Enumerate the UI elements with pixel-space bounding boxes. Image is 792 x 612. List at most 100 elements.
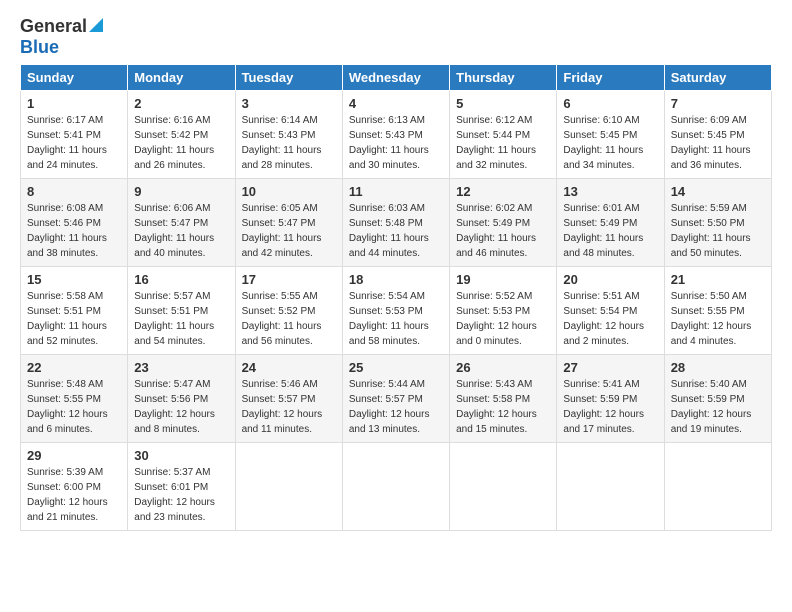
calendar-cell: 30 Sunrise: 5:37 AMSunset: 6:01 PMDaylig… bbox=[128, 443, 235, 531]
calendar-cell: 18 Sunrise: 5:54 AMSunset: 5:53 PMDaylig… bbox=[342, 267, 449, 355]
day-number: 30 bbox=[134, 448, 228, 463]
day-number: 1 bbox=[27, 96, 121, 111]
calendar-cell: 16 Sunrise: 5:57 AMSunset: 5:51 PMDaylig… bbox=[128, 267, 235, 355]
calendar-cell: 28 Sunrise: 5:40 AMSunset: 5:59 PMDaylig… bbox=[664, 355, 771, 443]
day-info: Sunrise: 5:37 AMSunset: 6:01 PMDaylight:… bbox=[134, 467, 215, 523]
calendar-cell: 29 Sunrise: 5:39 AMSunset: 6:00 PMDaylig… bbox=[21, 443, 128, 531]
day-number: 6 bbox=[563, 96, 657, 111]
day-number: 26 bbox=[456, 360, 550, 375]
day-number: 15 bbox=[27, 272, 121, 287]
calendar-cell: 15 Sunrise: 5:58 AMSunset: 5:51 PMDaylig… bbox=[21, 267, 128, 355]
calendar-cell bbox=[664, 443, 771, 531]
day-number: 22 bbox=[27, 360, 121, 375]
calendar-week-2: 8 Sunrise: 6:08 AMSunset: 5:46 PMDayligh… bbox=[21, 179, 772, 267]
day-number: 14 bbox=[671, 184, 765, 199]
calendar-cell: 17 Sunrise: 5:55 AMSunset: 5:52 PMDaylig… bbox=[235, 267, 342, 355]
day-number: 29 bbox=[27, 448, 121, 463]
day-number: 12 bbox=[456, 184, 550, 199]
day-info: Sunrise: 5:55 AMSunset: 5:52 PMDaylight:… bbox=[242, 291, 322, 347]
day-number: 11 bbox=[349, 184, 443, 199]
calendar-cell: 7 Sunrise: 6:09 AMSunset: 5:45 PMDayligh… bbox=[664, 91, 771, 179]
calendar-cell: 2 Sunrise: 6:16 AMSunset: 5:42 PMDayligh… bbox=[128, 91, 235, 179]
calendar-cell: 26 Sunrise: 5:43 AMSunset: 5:58 PMDaylig… bbox=[450, 355, 557, 443]
day-info: Sunrise: 6:16 AMSunset: 5:42 PMDaylight:… bbox=[134, 115, 214, 171]
day-info: Sunrise: 6:10 AMSunset: 5:45 PMDaylight:… bbox=[563, 115, 643, 171]
logo-general-text: General bbox=[20, 16, 87, 37]
logo-blue-text: Blue bbox=[20, 37, 59, 57]
day-number: 10 bbox=[242, 184, 336, 199]
calendar-cell bbox=[450, 443, 557, 531]
day-number: 9 bbox=[134, 184, 228, 199]
calendar-week-5: 29 Sunrise: 5:39 AMSunset: 6:00 PMDaylig… bbox=[21, 443, 772, 531]
day-info: Sunrise: 5:59 AMSunset: 5:50 PMDaylight:… bbox=[671, 203, 751, 259]
calendar-cell: 23 Sunrise: 5:47 AMSunset: 5:56 PMDaylig… bbox=[128, 355, 235, 443]
day-info: Sunrise: 6:09 AMSunset: 5:45 PMDaylight:… bbox=[671, 115, 751, 171]
day-number: 28 bbox=[671, 360, 765, 375]
calendar-cell: 3 Sunrise: 6:14 AMSunset: 5:43 PMDayligh… bbox=[235, 91, 342, 179]
day-header-tuesday: Tuesday bbox=[235, 65, 342, 91]
calendar-cell: 12 Sunrise: 6:02 AMSunset: 5:49 PMDaylig… bbox=[450, 179, 557, 267]
day-info: Sunrise: 6:03 AMSunset: 5:48 PMDaylight:… bbox=[349, 203, 429, 259]
day-number: 20 bbox=[563, 272, 657, 287]
day-info: Sunrise: 5:39 AMSunset: 6:00 PMDaylight:… bbox=[27, 467, 108, 523]
calendar-cell: 25 Sunrise: 5:44 AMSunset: 5:57 PMDaylig… bbox=[342, 355, 449, 443]
calendar-cell: 27 Sunrise: 5:41 AMSunset: 5:59 PMDaylig… bbox=[557, 355, 664, 443]
day-header-monday: Monday bbox=[128, 65, 235, 91]
calendar-cell: 24 Sunrise: 5:46 AMSunset: 5:57 PMDaylig… bbox=[235, 355, 342, 443]
calendar-cell: 11 Sunrise: 6:03 AMSunset: 5:48 PMDaylig… bbox=[342, 179, 449, 267]
day-info: Sunrise: 5:51 AMSunset: 5:54 PMDaylight:… bbox=[563, 291, 644, 347]
calendar-cell: 20 Sunrise: 5:51 AMSunset: 5:54 PMDaylig… bbox=[557, 267, 664, 355]
day-number: 18 bbox=[349, 272, 443, 287]
day-header-sunday: Sunday bbox=[21, 65, 128, 91]
day-info: Sunrise: 5:40 AMSunset: 5:59 PMDaylight:… bbox=[671, 379, 752, 435]
calendar-cell bbox=[557, 443, 664, 531]
day-info: Sunrise: 6:06 AMSunset: 5:47 PMDaylight:… bbox=[134, 203, 214, 259]
day-info: Sunrise: 6:14 AMSunset: 5:43 PMDaylight:… bbox=[242, 115, 322, 171]
day-header-thursday: Thursday bbox=[450, 65, 557, 91]
day-number: 16 bbox=[134, 272, 228, 287]
calendar-week-4: 22 Sunrise: 5:48 AMSunset: 5:55 PMDaylig… bbox=[21, 355, 772, 443]
day-info: Sunrise: 6:17 AMSunset: 5:41 PMDaylight:… bbox=[27, 115, 107, 171]
calendar-cell: 4 Sunrise: 6:13 AMSunset: 5:43 PMDayligh… bbox=[342, 91, 449, 179]
day-info: Sunrise: 5:54 AMSunset: 5:53 PMDaylight:… bbox=[349, 291, 429, 347]
day-number: 2 bbox=[134, 96, 228, 111]
page-header: General Blue bbox=[20, 16, 772, 58]
day-info: Sunrise: 5:57 AMSunset: 5:51 PMDaylight:… bbox=[134, 291, 214, 347]
calendar-cell: 6 Sunrise: 6:10 AMSunset: 5:45 PMDayligh… bbox=[557, 91, 664, 179]
calendar-cell: 21 Sunrise: 5:50 AMSunset: 5:55 PMDaylig… bbox=[664, 267, 771, 355]
day-info: Sunrise: 5:50 AMSunset: 5:55 PMDaylight:… bbox=[671, 291, 752, 347]
calendar-cell: 1 Sunrise: 6:17 AMSunset: 5:41 PMDayligh… bbox=[21, 91, 128, 179]
day-number: 23 bbox=[134, 360, 228, 375]
day-number: 24 bbox=[242, 360, 336, 375]
day-number: 25 bbox=[349, 360, 443, 375]
calendar-cell: 9 Sunrise: 6:06 AMSunset: 5:47 PMDayligh… bbox=[128, 179, 235, 267]
calendar-table: SundayMondayTuesdayWednesdayThursdayFrid… bbox=[20, 64, 772, 531]
day-number: 4 bbox=[349, 96, 443, 111]
calendar-cell: 10 Sunrise: 6:05 AMSunset: 5:47 PMDaylig… bbox=[235, 179, 342, 267]
calendar-cell: 19 Sunrise: 5:52 AMSunset: 5:53 PMDaylig… bbox=[450, 267, 557, 355]
day-number: 17 bbox=[242, 272, 336, 287]
day-info: Sunrise: 6:08 AMSunset: 5:46 PMDaylight:… bbox=[27, 203, 107, 259]
day-header-saturday: Saturday bbox=[664, 65, 771, 91]
day-number: 19 bbox=[456, 272, 550, 287]
calendar-week-1: 1 Sunrise: 6:17 AMSunset: 5:41 PMDayligh… bbox=[21, 91, 772, 179]
day-info: Sunrise: 6:13 AMSunset: 5:43 PMDaylight:… bbox=[349, 115, 429, 171]
day-info: Sunrise: 5:41 AMSunset: 5:59 PMDaylight:… bbox=[563, 379, 644, 435]
day-header-wednesday: Wednesday bbox=[342, 65, 449, 91]
day-info: Sunrise: 5:46 AMSunset: 5:57 PMDaylight:… bbox=[242, 379, 323, 435]
logo-triangle-icon bbox=[89, 18, 103, 37]
day-number: 8 bbox=[27, 184, 121, 199]
day-info: Sunrise: 6:12 AMSunset: 5:44 PMDaylight:… bbox=[456, 115, 536, 171]
calendar-cell: 8 Sunrise: 6:08 AMSunset: 5:46 PMDayligh… bbox=[21, 179, 128, 267]
day-info: Sunrise: 5:48 AMSunset: 5:55 PMDaylight:… bbox=[27, 379, 108, 435]
calendar-week-3: 15 Sunrise: 5:58 AMSunset: 5:51 PMDaylig… bbox=[21, 267, 772, 355]
day-info: Sunrise: 5:43 AMSunset: 5:58 PMDaylight:… bbox=[456, 379, 537, 435]
day-info: Sunrise: 5:47 AMSunset: 5:56 PMDaylight:… bbox=[134, 379, 215, 435]
day-info: Sunrise: 5:44 AMSunset: 5:57 PMDaylight:… bbox=[349, 379, 430, 435]
day-number: 3 bbox=[242, 96, 336, 111]
day-number: 13 bbox=[563, 184, 657, 199]
day-number: 7 bbox=[671, 96, 765, 111]
day-number: 21 bbox=[671, 272, 765, 287]
day-info: Sunrise: 6:05 AMSunset: 5:47 PMDaylight:… bbox=[242, 203, 322, 259]
day-info: Sunrise: 5:58 AMSunset: 5:51 PMDaylight:… bbox=[27, 291, 107, 347]
